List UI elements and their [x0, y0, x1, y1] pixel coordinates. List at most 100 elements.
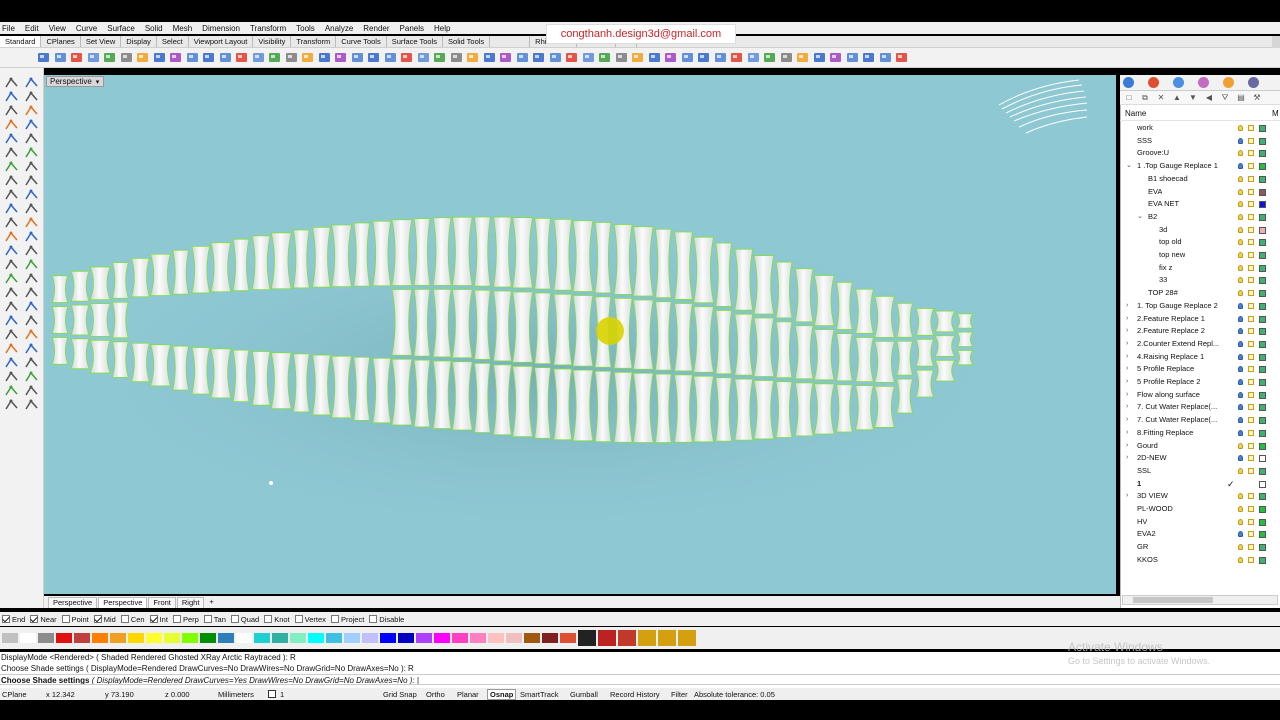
tool-icon[interactable]	[4, 272, 19, 286]
tool-icon[interactable]	[24, 90, 39, 104]
color-swatch[interactable]	[506, 633, 522, 643]
toolbar-tab-transform[interactable]: Transform	[291, 36, 337, 47]
tool-icon[interactable]	[24, 202, 39, 216]
layer-color-swatch[interactable]	[1259, 467, 1266, 475]
layer-color-swatch[interactable]	[1259, 213, 1266, 221]
command-icon[interactable]	[300, 50, 315, 65]
lock-icon[interactable]	[1248, 353, 1254, 360]
checkbox[interactable]	[149, 615, 158, 623]
command-icon[interactable]	[86, 50, 101, 65]
color-swatch[interactable]	[290, 633, 306, 643]
expand-chevron-icon[interactable]: ›	[1126, 427, 1128, 440]
color-swatch[interactable]	[326, 633, 342, 643]
layer-color-swatch[interactable]	[1259, 518, 1266, 526]
command-icon[interactable]	[630, 50, 645, 65]
layer-row[interactable]: GR	[1120, 541, 1280, 554]
osnap-disable[interactable]: Disable	[369, 615, 404, 624]
expand-chevron-icon[interactable]: ›	[1126, 401, 1128, 414]
tool-icon[interactable]	[24, 328, 39, 342]
layer-name[interactable]: 2.Counter Extend Repl...	[1137, 338, 1219, 351]
visibility-bulb-icon[interactable]	[1238, 175, 1243, 182]
special-tool-icon[interactable]	[658, 630, 676, 646]
tool-icon[interactable]	[4, 216, 19, 230]
command-icon[interactable]	[168, 50, 183, 65]
command-icon[interactable]	[531, 50, 546, 65]
layer-color-swatch[interactable]	[1259, 531, 1266, 539]
layer-color-swatch[interactable]	[1259, 353, 1266, 361]
layer-color-swatch[interactable]	[1259, 544, 1266, 552]
layer-name[interactable]: B1 shoecad	[1148, 173, 1188, 186]
menu-item-transform[interactable]: Transform	[250, 24, 286, 33]
tool-icon[interactable]	[4, 258, 19, 272]
osnap-near[interactable]: Near	[30, 615, 57, 624]
record-history-toggle[interactable]: Record History	[610, 690, 660, 699]
tool-icon[interactable]	[24, 76, 39, 90]
command-icon[interactable]	[795, 50, 810, 65]
status-cplane[interactable]: CPlane	[2, 690, 27, 699]
lock-icon[interactable]	[1248, 137, 1254, 144]
layer-name[interactable]: Gourd	[1137, 440, 1158, 453]
tool-icon[interactable]	[24, 300, 39, 314]
visibility-bulb-icon[interactable]	[1238, 340, 1243, 347]
color-swatch[interactable]	[542, 633, 558, 643]
layer-row[interactable]: EVA2	[1120, 528, 1280, 541]
layer-color-swatch[interactable]	[1259, 252, 1266, 259]
layer-name[interactable]: 2.Feature Replace 2	[1137, 325, 1205, 338]
toolbar-tab-visibility[interactable]: Visibility	[253, 36, 292, 47]
color-swatch[interactable]	[38, 633, 54, 643]
tool-icon[interactable]	[4, 146, 19, 160]
layer-color-swatch[interactable]	[1259, 429, 1266, 437]
tool-icon[interactable]	[24, 132, 39, 146]
viewport-title[interactable]: Perspective ▾	[46, 76, 104, 87]
visibility-bulb-icon[interactable]	[1238, 125, 1243, 131]
visibility-bulb-icon[interactable]	[1238, 353, 1243, 360]
command-icon[interactable]	[581, 50, 596, 65]
color-swatch[interactable]	[362, 633, 378, 643]
color-swatch[interactable]	[398, 633, 414, 643]
lock-icon[interactable]	[1248, 163, 1254, 170]
layer-row[interactable]: ⌄ B2	[1120, 211, 1280, 224]
expand-chevron-icon[interactable]: ⌄	[1137, 211, 1143, 224]
checkbox[interactable]	[61, 615, 70, 623]
command-icon[interactable]	[828, 50, 843, 65]
tab-perspective-2[interactable]: Perspective	[98, 596, 148, 608]
layer-color-swatch[interactable]	[1259, 493, 1266, 501]
color-swatch[interactable]	[182, 633, 198, 643]
smarttrack-toggle[interactable]: SmartTrack	[520, 690, 558, 699]
command-icon[interactable]	[614, 50, 629, 65]
tool-icon[interactable]	[4, 160, 19, 174]
color-swatch[interactable]	[452, 633, 468, 643]
command-icon[interactable]	[597, 50, 612, 65]
layer-row[interactable]: › 3D VIEW	[1120, 490, 1280, 503]
menu-item-help[interactable]: Help	[434, 24, 450, 33]
tool-icon[interactable]	[24, 104, 39, 118]
layer-name[interactable]: SSS	[1137, 135, 1152, 148]
command-icon[interactable]	[894, 50, 909, 65]
move-down-icon[interactable]: ▼	[1188, 93, 1198, 102]
command-icon[interactable]	[399, 50, 414, 65]
osnap-cen[interactable]: Cen	[120, 615, 145, 624]
layer-name[interactable]: 5 Profile Replace 2	[1137, 376, 1200, 389]
tool-icon[interactable]	[24, 230, 39, 244]
tool-icon[interactable]	[24, 314, 39, 328]
layer-row[interactable]: KKOS	[1120, 554, 1280, 567]
tool-icon[interactable]	[24, 272, 39, 286]
command-icon[interactable]	[482, 50, 497, 65]
command-icon[interactable]	[36, 50, 51, 65]
lock-icon[interactable]	[1248, 302, 1254, 309]
display-tab-icon[interactable]	[1198, 77, 1209, 88]
layer-name[interactable]: Groove:U	[1137, 147, 1169, 160]
command-icon[interactable]	[102, 50, 117, 65]
menu-item-render[interactable]: Render	[363, 24, 389, 33]
layer-name[interactable]: B2	[1148, 211, 1157, 224]
layer-color-swatch[interactable]	[1259, 137, 1266, 145]
layer-name[interactable]: top new	[1159, 249, 1185, 262]
command-icon[interactable]	[845, 50, 860, 65]
visibility-bulb-icon[interactable]	[1238, 556, 1243, 563]
grid-snap-toggle[interactable]: Grid Snap	[383, 690, 417, 699]
expand-chevron-icon[interactable]: ›	[1126, 300, 1128, 313]
tool-icon[interactable]	[4, 202, 19, 216]
tool-icon[interactable]	[24, 258, 39, 272]
special-tool-icon[interactable]	[598, 630, 616, 646]
command-icon[interactable]	[498, 50, 513, 65]
